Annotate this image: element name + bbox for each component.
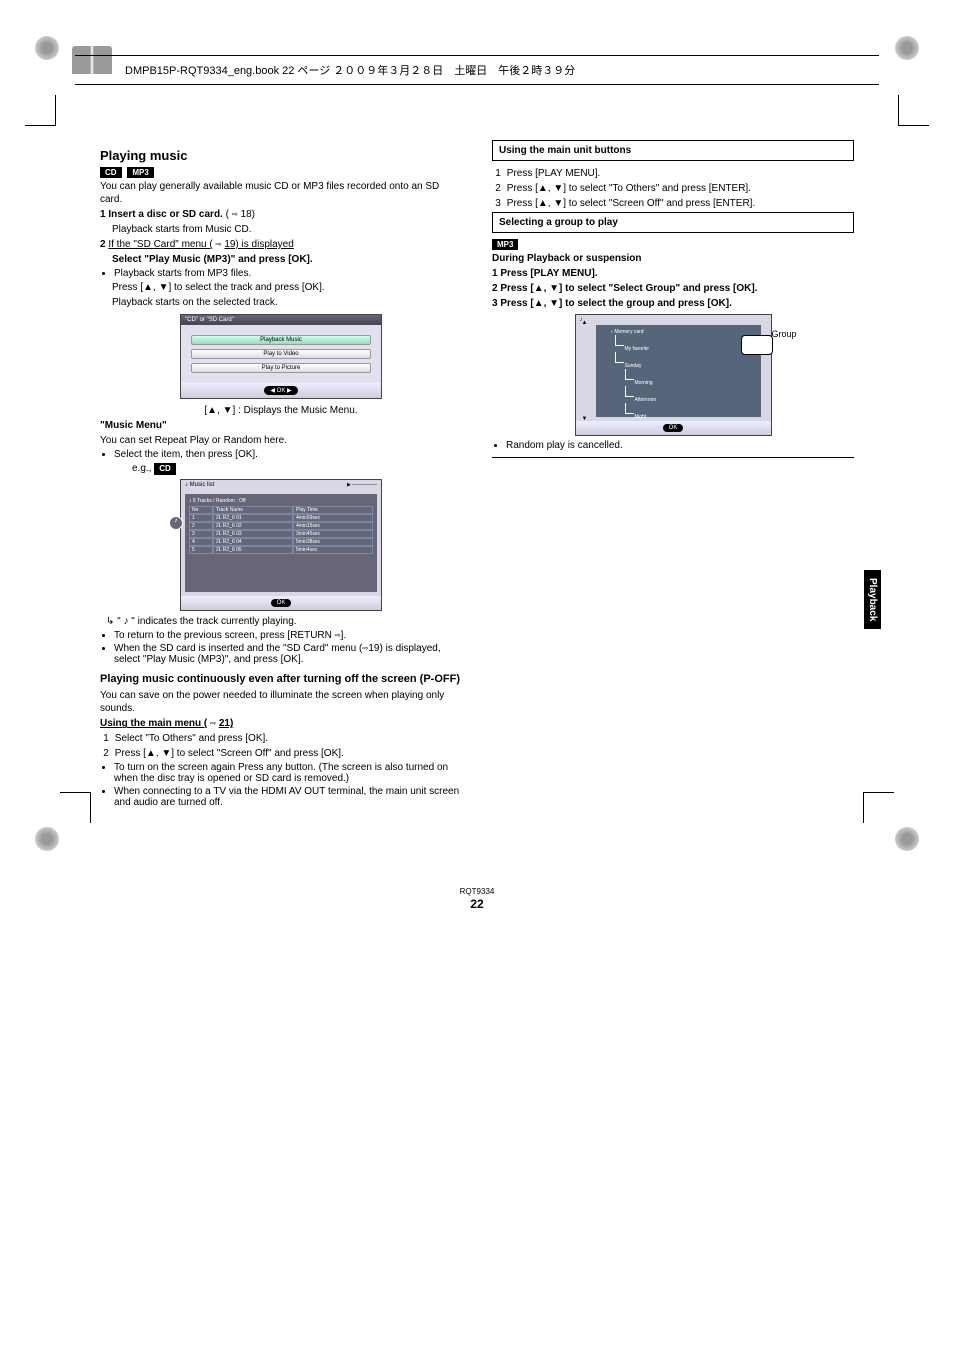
bullet-return: To return to the previous screen, press … bbox=[114, 630, 462, 641]
corner-icon-tl bbox=[35, 36, 59, 60]
step1-title: Insert a disc or SD card. bbox=[108, 209, 223, 220]
step2-intro: If the "SD Card" menu ( bbox=[108, 239, 212, 250]
menu-screen-title: "CD" or "SD Card" bbox=[181, 315, 381, 325]
badge-cd: CD bbox=[154, 463, 176, 475]
r-s1n: 1 bbox=[492, 268, 498, 279]
intro-text: You can play generally available music C… bbox=[100, 180, 462, 206]
r-s2n: 2 bbox=[492, 283, 498, 294]
music-list-screen: ♪ Music list ▶ ─────── ♪ 5 Tracks / Rand… bbox=[180, 479, 382, 611]
crop-mark bbox=[898, 95, 929, 126]
box1-s1: Press [PLAY MENU]. bbox=[507, 168, 601, 179]
step-num: 2 bbox=[492, 182, 504, 195]
box1-s2: Press [▲, ▼] to select "To Others" and p… bbox=[507, 183, 751, 194]
step2-note: Playback starts on the selected track. bbox=[100, 296, 462, 309]
r-s1: Press [PLAY MENU]. bbox=[500, 268, 597, 279]
subsection-screenoff: Playing music continuously even after tu… bbox=[100, 673, 462, 685]
group-tree-screen: ♪ ▲ ▼ ♪ Memory card My favorite Sunday M… bbox=[575, 314, 772, 436]
step1-note: Playback starts from Music CD. bbox=[100, 223, 462, 236]
right-arrow-icon: ⇨ bbox=[232, 209, 238, 220]
step-a: Select "To Others" and press [OK]. bbox=[115, 733, 268, 744]
step2-bold: Select "Play Music (MP3)" and press [OK]… bbox=[112, 254, 313, 265]
nav-indicator-icon: OK bbox=[663, 424, 684, 432]
step-b: Press [▲, ▼] to select "Screen Off" and … bbox=[115, 748, 344, 759]
step1-num: 1 bbox=[100, 209, 106, 220]
step2-num: 2 bbox=[100, 239, 106, 250]
bullet-mp3: Playback starts from MP3 files. bbox=[114, 268, 462, 279]
crop-mark bbox=[25, 95, 56, 126]
step-num: 3 bbox=[492, 197, 504, 210]
step-num: 1 bbox=[492, 167, 504, 180]
doc-ref: RQT9334 bbox=[460, 887, 495, 896]
side-tab: Playback bbox=[864, 570, 881, 629]
group-label: Group bbox=[771, 329, 796, 339]
bullet-sdcard: When the SD card is inserted and the "SD… bbox=[114, 643, 462, 665]
step-1: 1 bbox=[100, 732, 112, 745]
screenoff-text: You can save on the power needed to illu… bbox=[100, 689, 462, 715]
music-intro: You can set Repeat Play or Random here. bbox=[100, 434, 462, 447]
corner-icon-tr bbox=[895, 36, 919, 60]
nav-indicator-icon: ◀ OK ▶ bbox=[264, 386, 297, 395]
r-s3: Press [▲, ▼] to select the group and pre… bbox=[500, 298, 732, 309]
box1-s3: Press [▲, ▼] to select "Screen Off" and … bbox=[507, 198, 755, 209]
menu-item: Playback Music bbox=[191, 335, 371, 345]
crop-mark bbox=[60, 792, 91, 823]
eg-prefix: e.g., bbox=[132, 463, 154, 474]
r-s2: Press [▲, ▼] to select "Select Group" an… bbox=[500, 283, 757, 294]
box2-title: Selecting a group to play bbox=[499, 217, 618, 228]
music-menu-title: "Music Menu" bbox=[100, 420, 167, 431]
mainmenu-title: Using the main menu ( bbox=[100, 718, 207, 729]
select-group-box: Selecting a group to play bbox=[492, 212, 854, 233]
menu-arrows: [▲, ▼] : Displays the Music Menu. bbox=[100, 404, 462, 417]
r-s3n: 3 bbox=[492, 298, 498, 309]
box1-title: Using the main unit buttons bbox=[499, 145, 631, 156]
r-intro: During Playback or suspension bbox=[492, 253, 641, 264]
mainmenu-ref: 21) bbox=[219, 718, 233, 729]
unit-buttons-box: Using the main unit buttons bbox=[492, 140, 854, 161]
menu-item: Play to Video bbox=[191, 349, 371, 359]
popup-title: Music list bbox=[190, 482, 215, 488]
playing-label: " ♪ " indicates the track currently play… bbox=[117, 616, 296, 627]
group-callout-icon bbox=[741, 335, 773, 355]
right-arrow-icon: ⇨ bbox=[216, 239, 222, 250]
page-number: 22 bbox=[470, 897, 483, 911]
track-table: ♪ 5 Tracks / Random : Off NoTrack NamePl… bbox=[185, 494, 377, 592]
step2-ref: 19) is displayed bbox=[224, 239, 293, 250]
note2: When connecting to a TV via the HDMI AV … bbox=[114, 786, 462, 808]
badge-cd: CD bbox=[100, 167, 122, 178]
file-header: DMPB15P-RQT9334_eng.book 22 ページ ２００９年３月２… bbox=[75, 55, 879, 85]
note1: To turn on the screen again Press any bu… bbox=[114, 762, 462, 784]
bullet-random-cancel: Random play is cancelled. bbox=[506, 440, 854, 451]
step2-cont: Press [▲, ▼] to select the track and pre… bbox=[100, 281, 462, 294]
divider bbox=[492, 457, 854, 458]
step-2: 2 bbox=[100, 747, 112, 760]
badge-mp3: MP3 bbox=[492, 239, 518, 250]
section-title: Playing music bbox=[100, 148, 462, 163]
menu-item: Play to Picture bbox=[191, 363, 371, 373]
menu-screen: "CD" or "SD Card" Playback Music Play to… bbox=[180, 314, 382, 399]
nav-indicator-icon: OK bbox=[271, 599, 292, 607]
step1-paren: ( bbox=[226, 209, 229, 220]
crop-mark bbox=[863, 792, 894, 823]
step1-ref: 18) bbox=[241, 209, 255, 220]
badge-mp3: MP3 bbox=[127, 167, 153, 178]
bullet-select: Select the item, then press [OK]. bbox=[114, 449, 462, 460]
